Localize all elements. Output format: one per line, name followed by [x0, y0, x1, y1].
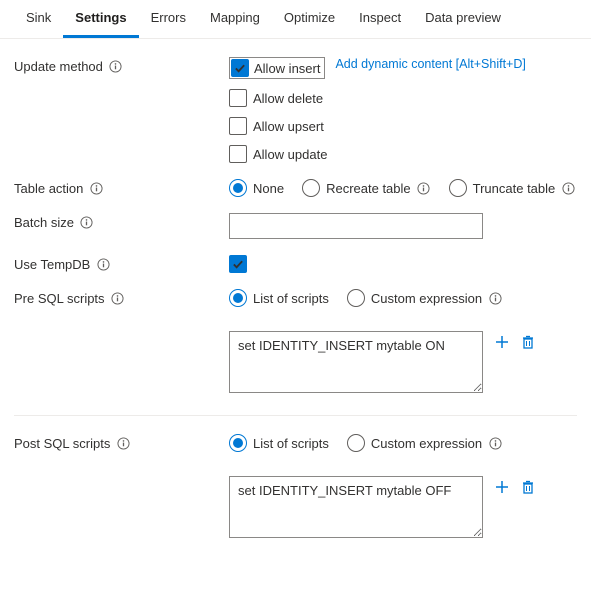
info-icon[interactable]	[488, 291, 502, 305]
radio-icon	[229, 179, 247, 197]
info-icon[interactable]	[116, 437, 130, 451]
pre-sql-script-textarea[interactable]	[229, 331, 483, 393]
pre-sql-label: Pre SQL scripts	[14, 291, 105, 306]
trash-icon[interactable]	[519, 478, 537, 496]
allow-insert-label: Allow insert	[254, 61, 320, 76]
radio-icon	[449, 179, 467, 197]
info-icon[interactable]	[80, 216, 94, 230]
settings-panel: Update method Allow insert Add dynamic c…	[0, 39, 591, 584]
table-action-truncate[interactable]: Truncate table	[449, 179, 576, 197]
post-sql-mode-expr[interactable]: Custom expression	[347, 434, 502, 452]
tab-data-preview[interactable]: Data preview	[413, 0, 513, 38]
allow-insert-checkbox[interactable]	[231, 59, 249, 77]
tab-inspect[interactable]: Inspect	[347, 0, 413, 38]
info-icon[interactable]	[109, 60, 123, 74]
update-method-label: Update method	[14, 59, 103, 74]
allow-update-checkbox[interactable]	[229, 145, 247, 163]
divider	[14, 415, 577, 416]
post-sql-mode-list[interactable]: List of scripts	[229, 434, 329, 452]
plus-icon[interactable]	[493, 333, 511, 351]
table-action-none[interactable]: None	[229, 179, 284, 197]
trash-icon[interactable]	[519, 333, 537, 351]
info-icon[interactable]	[417, 181, 431, 195]
info-icon[interactable]	[561, 181, 575, 195]
info-icon[interactable]	[96, 258, 110, 272]
pre-sql-mode-expr[interactable]: Custom expression	[347, 289, 502, 307]
tab-optimize[interactable]: Optimize	[272, 0, 347, 38]
table-action-recreate[interactable]: Recreate table	[302, 179, 431, 197]
batch-size-label: Batch size	[14, 215, 74, 230]
radio-icon	[229, 289, 247, 307]
allow-delete-checkbox[interactable]	[229, 89, 247, 107]
tab-settings[interactable]: Settings	[63, 0, 138, 38]
radio-icon	[347, 434, 365, 452]
add-dynamic-content-link[interactable]: Add dynamic content [Alt+Shift+D]	[335, 57, 525, 71]
radio-icon	[302, 179, 320, 197]
post-sql-label: Post SQL scripts	[14, 436, 110, 451]
pre-sql-mode-list[interactable]: List of scripts	[229, 289, 329, 307]
batch-size-input[interactable]	[229, 213, 483, 239]
info-icon[interactable]	[488, 436, 502, 450]
table-action-label: Table action	[14, 181, 83, 196]
radio-icon	[229, 434, 247, 452]
radio-icon	[347, 289, 365, 307]
tab-mapping[interactable]: Mapping	[198, 0, 272, 38]
allow-update-label: Allow update	[253, 147, 327, 162]
allow-upsert-checkbox[interactable]	[229, 117, 247, 135]
use-tempdb-checkbox[interactable]	[229, 255, 247, 273]
plus-icon[interactable]	[493, 478, 511, 496]
use-tempdb-label: Use TempDB	[14, 257, 90, 272]
tab-bar: Sink Settings Errors Mapping Optimize In…	[0, 0, 591, 39]
tab-errors[interactable]: Errors	[139, 0, 198, 38]
post-sql-script-textarea[interactable]	[229, 476, 483, 538]
allow-delete-label: Allow delete	[253, 91, 323, 106]
info-icon[interactable]	[111, 292, 125, 306]
allow-upsert-label: Allow upsert	[253, 119, 324, 134]
tab-sink[interactable]: Sink	[14, 0, 63, 38]
info-icon[interactable]	[89, 182, 103, 196]
